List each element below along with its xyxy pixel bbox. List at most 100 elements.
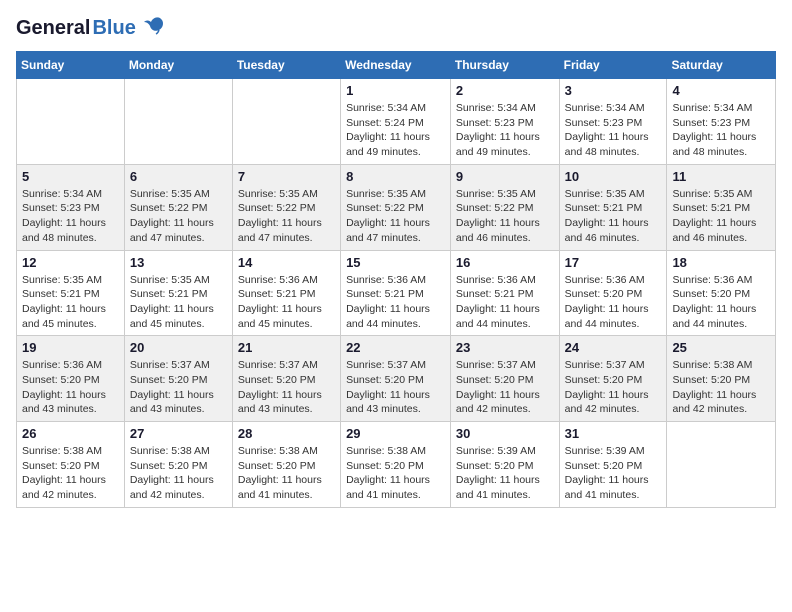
calendar-cell: 2 Sunrise: 5:34 AMSunset: 5:23 PMDaylight…	[450, 79, 559, 165]
day-info: Sunrise: 5:38 AMSunset: 5:20 PMDaylight:…	[346, 444, 445, 503]
calendar-cell: 7Sunrise: 5:35 AMSunset: 5:22 PMDaylight…	[232, 164, 340, 250]
header-friday: Friday	[559, 52, 667, 79]
calendar-cell: 17 Sunrise: 5:36 AMSunset: 5:20 PMDayligh…	[559, 250, 667, 336]
calendar-header-row: SundayMondayTuesdayWednesdayThursdayFrid…	[17, 52, 776, 79]
calendar-cell: 19Sunrise: 5:36 AMSunset: 5:20 PMDayligh…	[17, 336, 125, 422]
day-number: 8	[346, 169, 445, 184]
day-number: 17	[565, 255, 662, 270]
logo-bird-icon	[142, 16, 164, 41]
day-number: 20	[130, 340, 227, 355]
day-info: Sunrise: 5:38 AMSunset: 5:20 PMDaylight:…	[22, 444, 119, 503]
day-number: 18	[672, 255, 770, 270]
day-info: Sunrise: 5:36 AMSunset: 5:20 PMDaylight:…	[22, 358, 119, 417]
calendar-cell: 3 Sunrise: 5:34 AMSunset: 5:23 PMDaylight…	[559, 79, 667, 165]
day-number: 27	[130, 426, 227, 441]
calendar-cell: 22 Sunrise: 5:37 AMSunset: 5:20 PMDayligh…	[341, 336, 451, 422]
calendar-cell: 30 Sunrise: 5:39 AMSunset: 5:20 PMDayligh…	[450, 422, 559, 508]
calendar-cell: 29 Sunrise: 5:38 AMSunset: 5:20 PMDayligh…	[341, 422, 451, 508]
calendar-cell: 1 Sunrise: 5:34 AMSunset: 5:24 PMDaylight…	[341, 79, 451, 165]
day-info: Sunrise: 5:35 AMSunset: 5:21 PMDaylight:…	[565, 187, 662, 246]
day-number: 10	[565, 169, 662, 184]
calendar-cell: 18 Sunrise: 5:36 AMSunset: 5:20 PMDayligh…	[667, 250, 776, 336]
day-number: 23	[456, 340, 554, 355]
header-saturday: Saturday	[667, 52, 776, 79]
day-info: Sunrise: 5:39 AMSunset: 5:20 PMDaylight:…	[456, 444, 554, 503]
day-info: Sunrise: 5:37 AMSunset: 5:20 PMDaylight:…	[238, 358, 335, 417]
week-row-3: 12Sunrise: 5:35 AMSunset: 5:21 PMDayligh…	[17, 250, 776, 336]
calendar-cell: 16 Sunrise: 5:36 AMSunset: 5:21 PMDayligh…	[450, 250, 559, 336]
calendar-table: SundayMondayTuesdayWednesdayThursdayFrid…	[16, 51, 776, 508]
day-info: Sunrise: 5:38 AMSunset: 5:20 PMDaylight:…	[672, 358, 770, 417]
calendar-cell	[232, 79, 340, 165]
calendar-cell: 27 Sunrise: 5:38 AMSunset: 5:20 PMDayligh…	[124, 422, 232, 508]
day-info: Sunrise: 5:34 AMSunset: 5:23 PMDaylight:…	[565, 101, 662, 160]
day-info: Sunrise: 5:35 AMSunset: 5:21 PMDaylight:…	[672, 187, 770, 246]
calendar-cell: 5 Sunrise: 5:34 AMSunset: 5:23 PMDaylight…	[17, 164, 125, 250]
calendar-cell	[124, 79, 232, 165]
day-info: Sunrise: 5:38 AMSunset: 5:20 PMDaylight:…	[238, 444, 335, 503]
header-tuesday: Tuesday	[232, 52, 340, 79]
calendar-cell: 8 Sunrise: 5:35 AMSunset: 5:22 PMDaylight…	[341, 164, 451, 250]
calendar-cell: 15Sunrise: 5:36 AMSunset: 5:21 PMDayligh…	[341, 250, 451, 336]
day-info: Sunrise: 5:34 AMSunset: 5:24 PMDaylight:…	[346, 101, 445, 160]
calendar-cell: 10 Sunrise: 5:35 AMSunset: 5:21 PMDayligh…	[559, 164, 667, 250]
day-info: Sunrise: 5:35 AMSunset: 5:22 PMDaylight:…	[130, 187, 227, 246]
logo: General Blue	[16, 16, 164, 41]
day-info: Sunrise: 5:36 AMSunset: 5:20 PMDaylight:…	[672, 273, 770, 332]
day-number: 11	[672, 169, 770, 184]
day-number: 30	[456, 426, 554, 441]
day-number: 29	[346, 426, 445, 441]
calendar-cell: 9Sunrise: 5:35 AMSunset: 5:22 PMDaylight…	[450, 164, 559, 250]
calendar-cell: 20 Sunrise: 5:37 AMSunset: 5:20 PMDayligh…	[124, 336, 232, 422]
day-number: 1	[346, 83, 445, 98]
day-info: Sunrise: 5:36 AMSunset: 5:21 PMDaylight:…	[456, 273, 554, 332]
day-number: 22	[346, 340, 445, 355]
day-number: 5	[22, 169, 119, 184]
calendar-cell: 13 Sunrise: 5:35 AMSunset: 5:21 PMDayligh…	[124, 250, 232, 336]
logo-blue-text: Blue	[92, 17, 135, 40]
day-info: Sunrise: 5:37 AMSunset: 5:20 PMDaylight:…	[346, 358, 445, 417]
day-info: Sunrise: 5:35 AMSunset: 5:21 PMDaylight:…	[130, 273, 227, 332]
day-info: Sunrise: 5:34 AMSunset: 5:23 PMDaylight:…	[456, 101, 554, 160]
day-number: 21	[238, 340, 335, 355]
calendar-cell: 14 Sunrise: 5:36 AMSunset: 5:21 PMDayligh…	[232, 250, 340, 336]
day-info: Sunrise: 5:37 AMSunset: 5:20 PMDaylight:…	[130, 358, 227, 417]
day-number: 13	[130, 255, 227, 270]
header-sunday: Sunday	[17, 52, 125, 79]
calendar-cell: 25 Sunrise: 5:38 AMSunset: 5:20 PMDayligh…	[667, 336, 776, 422]
day-info: Sunrise: 5:35 AMSunset: 5:22 PMDaylight:…	[346, 187, 445, 246]
week-row-1: 1 Sunrise: 5:34 AMSunset: 5:24 PMDaylight…	[17, 79, 776, 165]
day-info: Sunrise: 5:38 AMSunset: 5:20 PMDaylight:…	[130, 444, 227, 503]
day-number: 31	[565, 426, 662, 441]
day-info: Sunrise: 5:37 AMSunset: 5:20 PMDaylight:…	[565, 358, 662, 417]
calendar-cell: 23 Sunrise: 5:37 AMSunset: 5:20 PMDayligh…	[450, 336, 559, 422]
week-row-5: 26Sunrise: 5:38 AMSunset: 5:20 PMDayligh…	[17, 422, 776, 508]
day-info: Sunrise: 5:37 AMSunset: 5:20 PMDaylight:…	[456, 358, 554, 417]
day-number: 28	[238, 426, 335, 441]
calendar-cell: 11 Sunrise: 5:35 AMSunset: 5:21 PMDayligh…	[667, 164, 776, 250]
day-number: 7	[238, 169, 335, 184]
day-number: 15	[346, 255, 445, 270]
day-number: 2	[456, 83, 554, 98]
calendar-cell: 4Sunrise: 5:34 AMSunset: 5:23 PMDaylight…	[667, 79, 776, 165]
day-info: Sunrise: 5:34 AMSunset: 5:23 PMDaylight:…	[22, 187, 119, 246]
day-number: 16	[456, 255, 554, 270]
calendar-cell: 21 Sunrise: 5:37 AMSunset: 5:20 PMDayligh…	[232, 336, 340, 422]
header-monday: Monday	[124, 52, 232, 79]
day-number: 3	[565, 83, 662, 98]
day-number: 25	[672, 340, 770, 355]
calendar-cell: 31 Sunrise: 5:39 AMSunset: 5:20 PMDayligh…	[559, 422, 667, 508]
day-number: 6	[130, 169, 227, 184]
day-info: Sunrise: 5:36 AMSunset: 5:20 PMDaylight:…	[565, 273, 662, 332]
calendar-cell: 28 Sunrise: 5:38 AMSunset: 5:20 PMDayligh…	[232, 422, 340, 508]
day-info: Sunrise: 5:36 AMSunset: 5:21 PMDaylight:…	[238, 273, 335, 332]
day-info: Sunrise: 5:39 AMSunset: 5:20 PMDaylight:…	[565, 444, 662, 503]
header-wednesday: Wednesday	[341, 52, 451, 79]
logo-general-text: General	[16, 17, 90, 40]
day-info: Sunrise: 5:35 AMSunset: 5:22 PMDaylight:…	[456, 187, 554, 246]
calendar-cell: 12Sunrise: 5:35 AMSunset: 5:21 PMDayligh…	[17, 250, 125, 336]
header-thursday: Thursday	[450, 52, 559, 79]
calendar-cell: 26Sunrise: 5:38 AMSunset: 5:20 PMDayligh…	[17, 422, 125, 508]
day-number: 14	[238, 255, 335, 270]
day-info: Sunrise: 5:34 AMSunset: 5:23 PMDaylight:…	[672, 101, 770, 160]
